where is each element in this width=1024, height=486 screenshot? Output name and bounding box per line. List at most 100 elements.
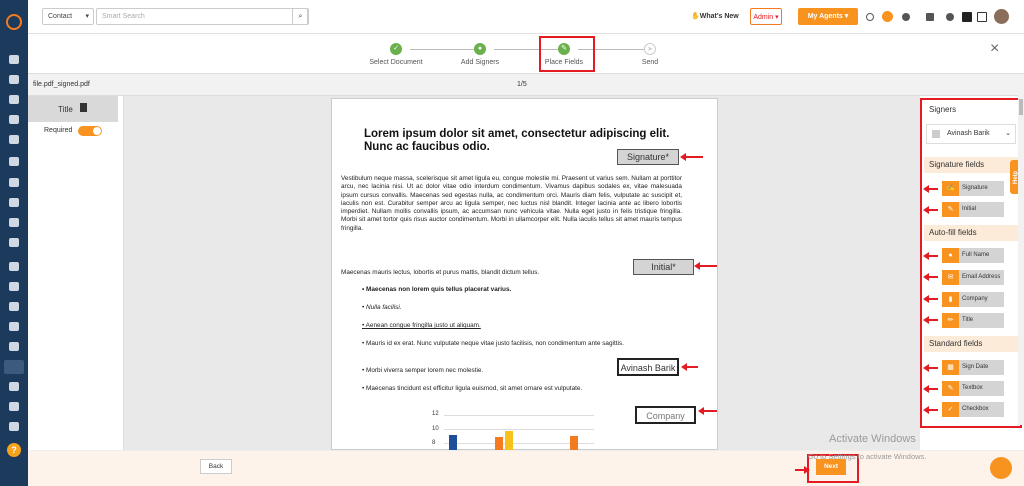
step-label: Select Document xyxy=(369,59,423,66)
settings-gear-icon[interactable] xyxy=(9,422,19,431)
initial-icon: ✎ xyxy=(942,202,959,217)
chart-bar xyxy=(449,435,457,451)
files-icon[interactable] xyxy=(9,178,19,187)
step-add-signers[interactable]: ● Add Signers xyxy=(440,43,520,66)
calendar-icon[interactable] xyxy=(9,322,19,331)
full-name-field-button[interactable]: ● Full Name xyxy=(942,248,1004,263)
megaphone-icon[interactable] xyxy=(9,218,19,227)
company-field-label: Company xyxy=(646,411,685,421)
contacts-icon[interactable] xyxy=(9,75,19,84)
chart-gridline xyxy=(444,429,594,430)
google-icon[interactable] xyxy=(9,282,19,291)
chart-bar xyxy=(495,437,503,451)
initial-field-label: Initial* xyxy=(651,262,676,272)
windows-watermark-subtitle: Go to Settings to activate Windows. xyxy=(808,452,927,461)
refresh-icon[interactable] xyxy=(866,13,874,21)
back-button[interactable]: Back xyxy=(200,459,232,474)
my-agents-button[interactable]: My Agents ▾ xyxy=(798,8,858,25)
initial-field-placed[interactable]: Initial* xyxy=(633,259,694,275)
analytics-icon[interactable] xyxy=(9,402,19,411)
module-select[interactable]: Contact ▾ xyxy=(42,8,94,25)
chart-gridline xyxy=(444,415,594,416)
signers-header: Signers xyxy=(924,102,1020,118)
documents-icon[interactable] xyxy=(9,95,19,104)
signature-fields-title: Signature fields xyxy=(929,160,985,169)
app-logo[interactable] xyxy=(6,14,22,30)
pointer-arrow xyxy=(680,153,703,161)
title-field-button[interactable]: ✏ Title xyxy=(942,313,1004,328)
help-question-icon[interactable]: ? xyxy=(7,443,21,457)
grid-icon[interactable] xyxy=(9,302,19,311)
profile-icon[interactable] xyxy=(9,157,19,166)
fullname-field-placed[interactable]: Avinash Barik xyxy=(617,358,679,376)
file-bar: file.pdf_signed.pdf 1/5 xyxy=(28,74,1024,96)
page-indicator: 1/5 xyxy=(517,81,527,88)
signature-field-button[interactable]: ✍ Signature xyxy=(942,181,1004,196)
whats-new-link[interactable]: ✋What's New xyxy=(691,12,739,20)
step-send[interactable]: ➤ Send xyxy=(610,43,690,66)
pointer-arrow xyxy=(681,363,698,371)
pointer-arrow xyxy=(795,469,805,471)
filter-icon[interactable] xyxy=(9,198,19,207)
sign-date-field-button[interactable]: ▦ Sign Date xyxy=(942,360,1004,375)
file-name: file.pdf_signed.pdf xyxy=(33,81,90,88)
grid-apps-icon[interactable] xyxy=(977,12,987,22)
signer-select[interactable]: Avinash Barik ⌄ xyxy=(926,124,1016,144)
user-avatar[interactable] xyxy=(994,9,1009,24)
pointer-arrow xyxy=(923,273,938,281)
signature-field-label: Signature* xyxy=(626,152,670,162)
chat-icon[interactable] xyxy=(990,457,1012,479)
users-icon[interactable] xyxy=(902,13,910,21)
smart-search-input[interactable]: Smart Search xyxy=(96,8,308,25)
person-icon: ● xyxy=(942,248,959,263)
admin-dropdown[interactable]: Admin ▾ xyxy=(750,8,782,25)
bank-icon[interactable] xyxy=(9,115,19,124)
esign-icon[interactable] xyxy=(4,360,24,374)
bar-chart-icon[interactable] xyxy=(9,238,19,247)
dollar-icon[interactable] xyxy=(9,382,19,391)
signature-field-placed[interactable]: Signature* xyxy=(617,149,679,165)
top-bar: Contact ▾ Smart Search ⌕ ✋What's New Adm… xyxy=(28,0,1024,34)
field-button-label: Checkbox xyxy=(962,406,989,412)
close-icon[interactable]: × xyxy=(990,40,999,58)
calendar-icon: ▦ xyxy=(942,360,959,375)
my-agents-label: My Agents xyxy=(807,13,843,20)
list-icon[interactable] xyxy=(9,135,19,144)
chart-bar xyxy=(570,436,578,451)
progress-stepper: ✓ Select Document ● Add Signers ✎ Place Fie… xyxy=(28,34,1024,74)
checkbox-field-button[interactable]: ✓ Checkbox xyxy=(942,402,1004,417)
company-field-placed[interactable]: Company xyxy=(635,406,696,424)
logout-icon[interactable] xyxy=(926,13,934,21)
trash-icon[interactable] xyxy=(80,103,87,112)
scrollbar[interactable] xyxy=(1018,95,1024,425)
company-field-button[interactable]: ▮ Company xyxy=(942,292,1004,307)
mail-icon[interactable] xyxy=(9,342,19,351)
left-nav-rail: ? xyxy=(0,0,28,486)
search-icon[interactable]: ⌕ xyxy=(292,8,309,25)
doc-bullet: • Aenean congue fringilla justo ut aliqu… xyxy=(362,322,481,329)
scrollbar-thumb[interactable] xyxy=(1019,99,1023,115)
required-toggle[interactable] xyxy=(78,126,102,136)
signature-fields-header: Signature fields xyxy=(924,157,1020,173)
field-button-label: Title xyxy=(962,317,974,323)
folder-icon[interactable] xyxy=(9,262,19,271)
signers-title: Signers xyxy=(929,105,957,114)
envelope-icon: ✉ xyxy=(942,270,959,285)
initial-field-button[interactable]: ✎ Initial xyxy=(942,202,1004,217)
chart-tick: 8 xyxy=(432,440,436,446)
pointer-arrow xyxy=(923,252,938,260)
pointer-arrow xyxy=(923,364,938,372)
step-select-document[interactable]: ✓ Select Document xyxy=(356,43,436,66)
field-button-label: Signature xyxy=(962,185,988,191)
checkmark-icon: ✓ xyxy=(942,402,959,417)
phone-icon[interactable] xyxy=(946,13,954,21)
whats-new-label: What's New xyxy=(699,13,739,20)
textbox-field-button[interactable]: ✎ Textbox xyxy=(942,381,1004,396)
email-field-button[interactable]: ✉ Email Address xyxy=(942,270,1004,285)
step-label: Send xyxy=(641,59,659,66)
add-icon[interactable] xyxy=(882,11,893,22)
chip-icon[interactable] xyxy=(962,12,972,22)
required-label: Required xyxy=(44,127,73,134)
dashboard-icon[interactable] xyxy=(9,55,19,64)
signer-color-swatch xyxy=(932,130,940,138)
